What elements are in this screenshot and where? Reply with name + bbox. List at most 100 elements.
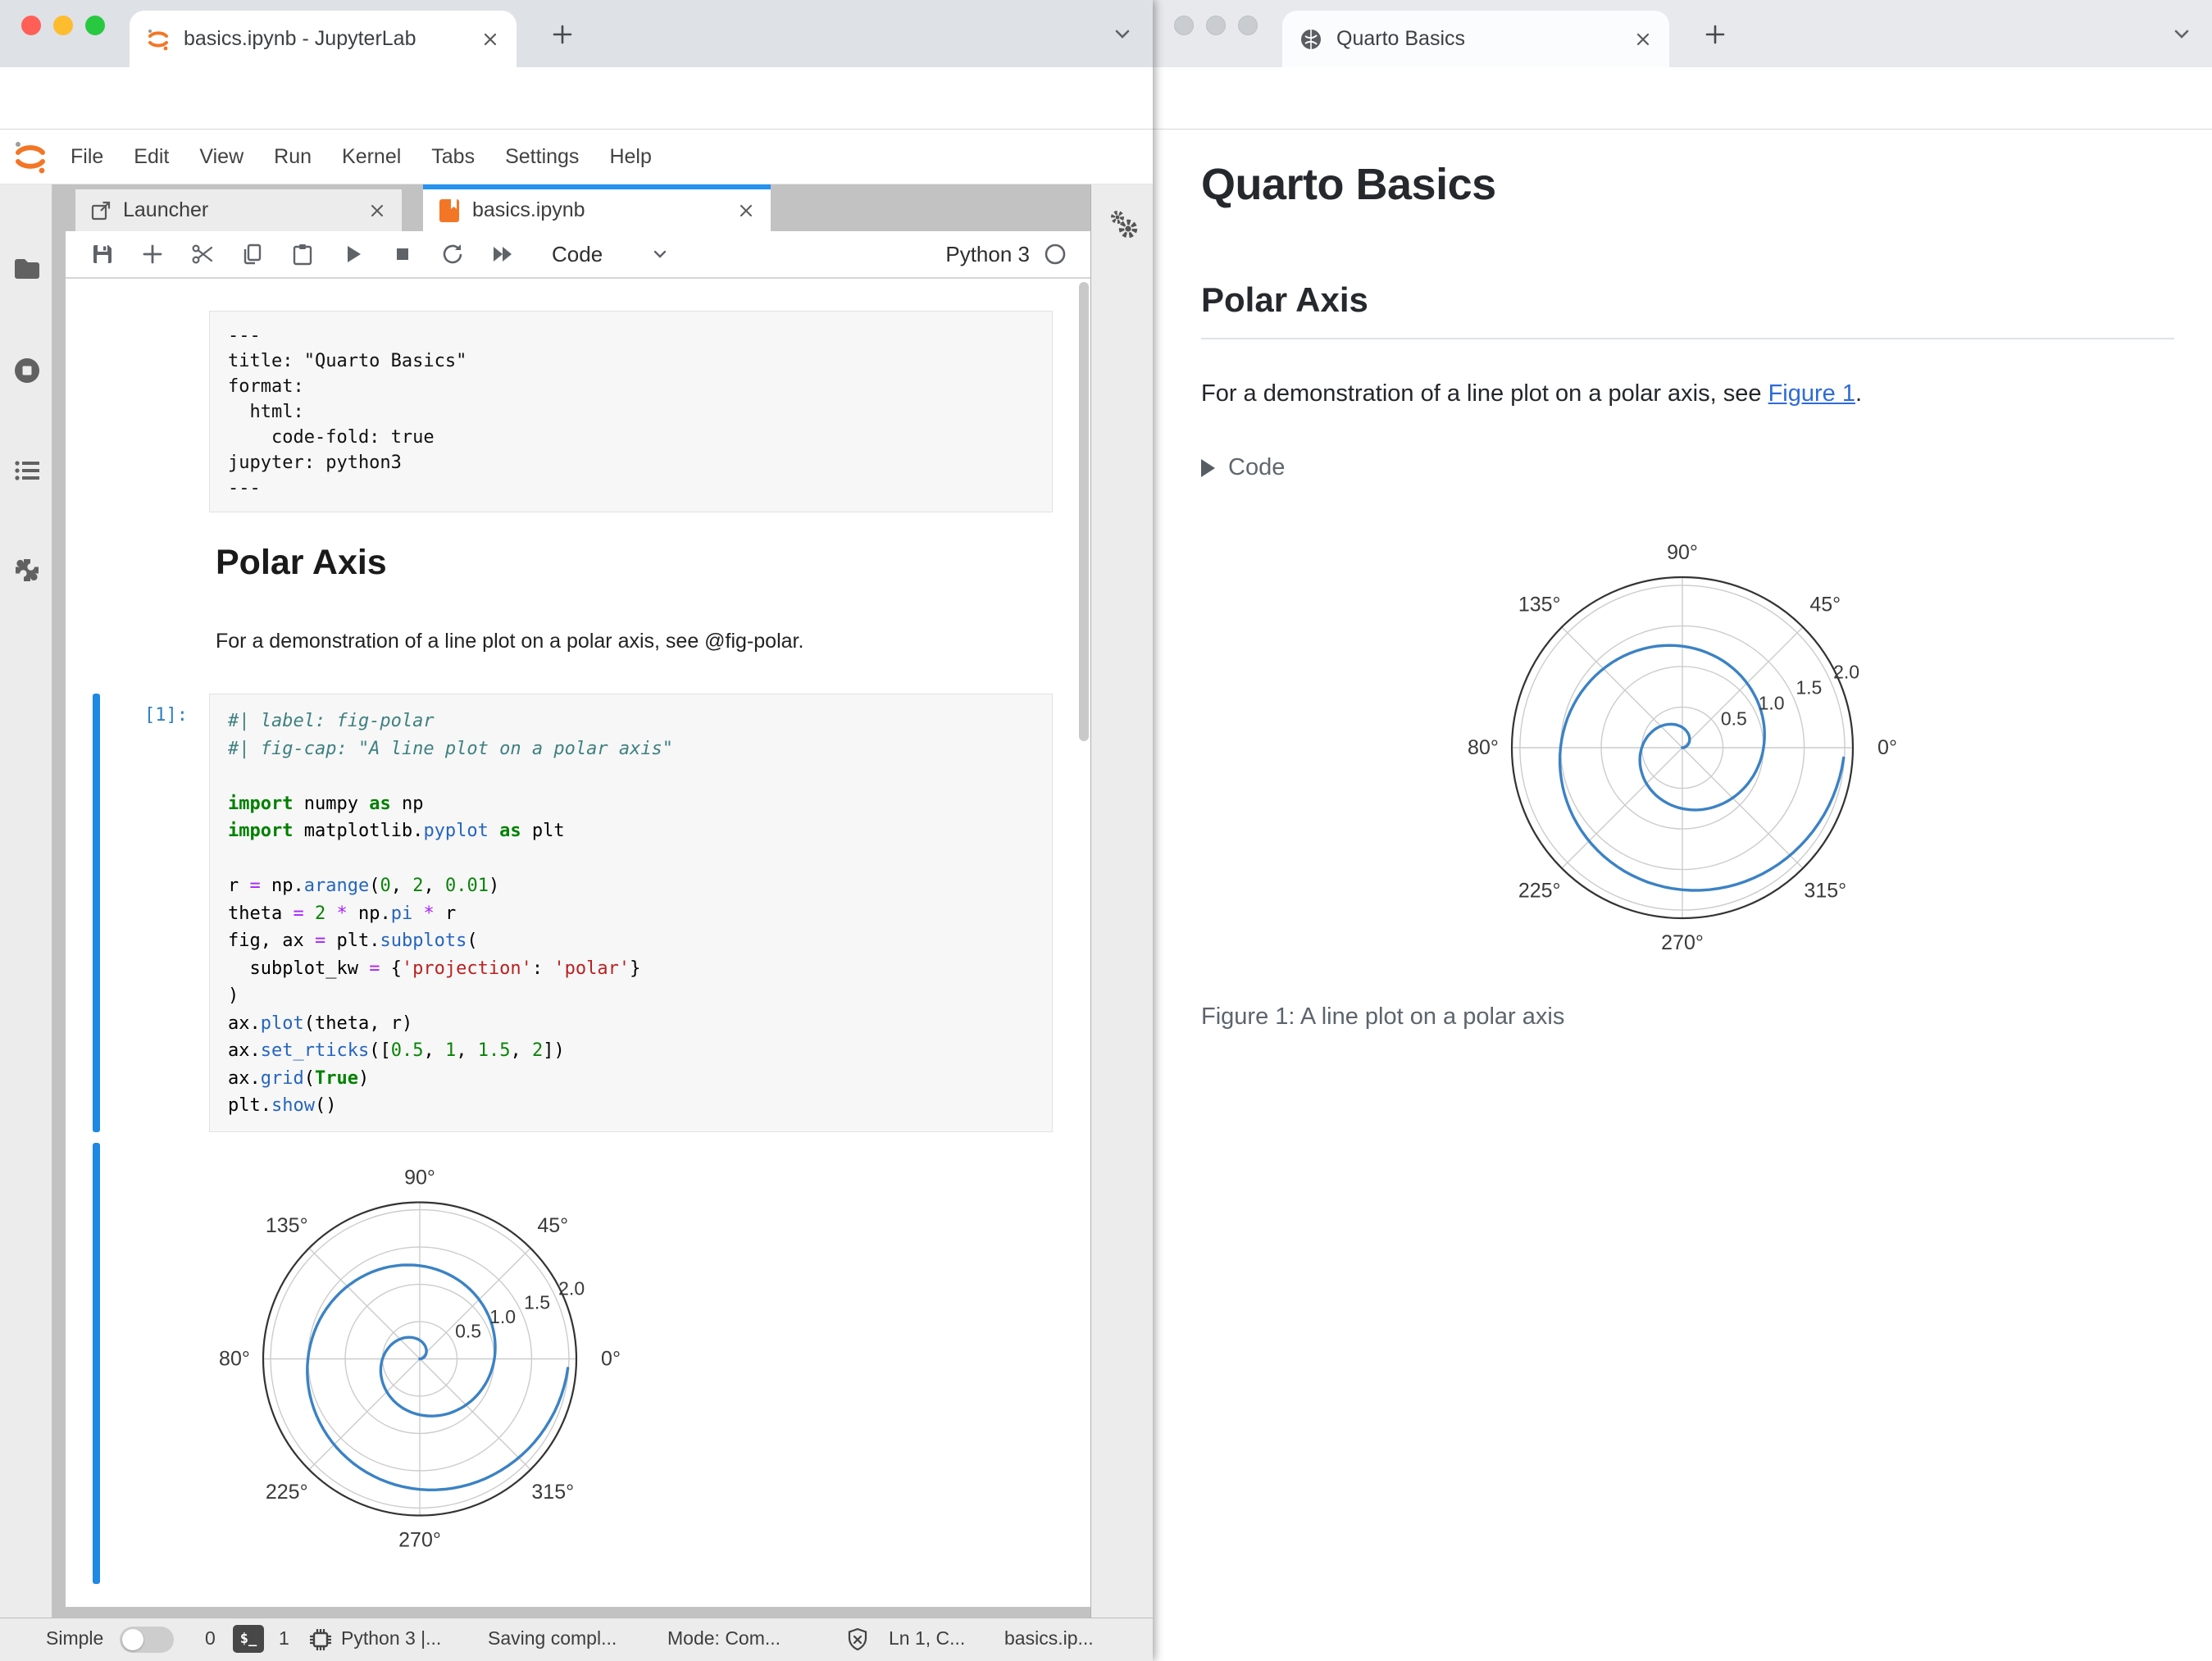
yaml-raw-cell[interactable]: --- title: "Quarto Basics" format: html: c… <box>209 311 1053 512</box>
code-line: import numpy as np <box>228 793 424 814</box>
code-line: fig, ax = plt.subplots( <box>228 931 478 951</box>
terminal-icon[interactable]: $_ <box>233 1625 264 1653</box>
cell-type-chevron-icon[interactable] <box>650 244 670 264</box>
tab-search-chevron-icon[interactable] <box>1110 21 1135 46</box>
paragraph-text-end: . <box>1855 380 1863 407</box>
yaml-line: jupyter: python3 <box>228 453 402 473</box>
code-line: ax.plot(theta, r) <box>228 1013 413 1034</box>
kernel-chip-icon[interactable] <box>307 1627 334 1653</box>
property-inspector-gears-icon[interactable] <box>1106 208 1140 243</box>
menu-view[interactable]: View <box>199 145 244 169</box>
svg-text:1.5: 1.5 <box>1796 677 1822 699</box>
svg-text:0°: 0° <box>601 1348 621 1371</box>
table-of-contents-icon[interactable] <box>12 456 42 485</box>
paragraph-text: For a demonstration of a line plot on a … <box>1201 380 1768 407</box>
menu-tabs[interactable]: Tabs <box>431 145 475 169</box>
close-window-button[interactable] <box>1174 16 1194 35</box>
paste-cells-button[interactable] <box>290 242 315 266</box>
browser-tab-title: Quarto Basics <box>1336 27 1466 50</box>
interrupt-kernel-button[interactable] <box>390 242 415 266</box>
browser-tabstrip: Quarto Basics <box>1153 0 2212 67</box>
new-tab-button[interactable] <box>1700 20 1730 49</box>
yaml-line: format: <box>228 376 304 397</box>
svg-text:2.0: 2.0 <box>558 1277 585 1299</box>
quarto-browser-window: Quarto Basics Quarto Basics Polar Axis F… <box>1153 0 2212 1661</box>
svg-text:315°: 315° <box>531 1481 574 1504</box>
notebook-content: --- title: "Quarto Basics" format: html: c… <box>66 279 1090 1607</box>
file-browser-icon[interactable] <box>12 254 42 284</box>
restart-kernel-button[interactable] <box>440 242 465 266</box>
code-cell[interactable]: #| label: fig-polar #| fig-cap: "A line p… <box>209 694 1053 1132</box>
close-window-button[interactable] <box>21 16 41 35</box>
mode-indicator: Mode: Com... <box>667 1627 781 1649</box>
svg-text:0.5: 0.5 <box>1721 708 1747 729</box>
zoom-window-button[interactable] <box>85 16 105 35</box>
cursor-position[interactable]: Ln 1, C... <box>889 1627 965 1650</box>
code-line: plt.show() <box>228 1095 337 1116</box>
menu-edit[interactable]: Edit <box>134 145 169 169</box>
code-line: ax.set_rticks([0.5, 1, 1.5, 2]) <box>228 1040 565 1061</box>
trust-shield-icon[interactable] <box>844 1627 871 1653</box>
terminal-count: 0 <box>205 1627 216 1649</box>
quarto-page: Quarto Basics Polar Axis For a demonstra… <box>1153 130 2212 1661</box>
svg-text:0.5: 0.5 <box>455 1321 481 1342</box>
globe-favicon <box>1299 27 1323 52</box>
output-collapser[interactable] <box>93 1143 100 1584</box>
section-heading: Polar Axis <box>1201 280 2174 339</box>
code-line: #| label: fig-polar <box>228 711 435 731</box>
tab-notebook-label: basics.ipynb <box>472 198 585 221</box>
svg-text:135°: 135° <box>266 1214 308 1237</box>
menu-run[interactable]: Run <box>274 145 312 169</box>
close-tab-icon[interactable] <box>1633 30 1653 49</box>
close-notebook-tab-icon[interactable] <box>736 201 756 221</box>
minimize-window-button[interactable] <box>1206 16 1226 35</box>
minimize-window-button[interactable] <box>53 16 73 35</box>
jupyter-logo <box>11 138 49 175</box>
simple-mode-toggle[interactable] <box>120 1627 174 1653</box>
window-controls[interactable] <box>21 16 105 35</box>
run-cell-button[interactable] <box>340 242 365 266</box>
simple-mode-label: Simple <box>46 1627 104 1649</box>
tab-search-chevron-icon[interactable] <box>2169 21 2194 46</box>
code-fold-summary[interactable]: Code <box>1201 454 1285 481</box>
tab-launcher-label: Launcher <box>123 198 209 221</box>
menu-help[interactable]: Help <box>609 145 651 169</box>
browser-toolbar: localhost:4479 <box>1153 67 2212 188</box>
running-kernels-icon[interactable] <box>12 356 42 385</box>
restart-run-all-button[interactable] <box>490 242 515 266</box>
kernel-status-text[interactable]: Python 3 |... <box>341 1627 441 1650</box>
cut-cells-button[interactable] <box>190 242 215 266</box>
yaml-line: --- <box>228 325 261 346</box>
menu-settings[interactable]: Settings <box>505 145 579 169</box>
notebook-scrollbar[interactable] <box>1079 282 1089 741</box>
menu-kernel[interactable]: Kernel <box>342 145 401 169</box>
tab-launcher[interactable]: Launcher <box>75 189 403 231</box>
kernel-count: 1 <box>279 1627 289 1649</box>
copy-cells-button[interactable] <box>240 242 265 266</box>
cell-collapser[interactable] <box>93 694 100 1132</box>
body-paragraph: For a demonstration of a line plot on a … <box>1201 380 1862 407</box>
code-editor[interactable]: #| label: fig-polar #| fig-cap: "A line p… <box>228 708 1034 1120</box>
code-line: subplot_kw = {'projection': 'polar'} <box>228 958 641 979</box>
kernel-name[interactable]: Python 3 <box>945 242 1030 267</box>
zoom-window-button[interactable] <box>1238 16 1258 35</box>
extensions-icon[interactable] <box>12 556 42 585</box>
window-controls[interactable] <box>1174 16 1258 35</box>
kernel-status-icon[interactable] <box>1043 242 1067 266</box>
svg-text:225°: 225° <box>266 1481 308 1504</box>
figure-link[interactable]: Figure 1 <box>1768 380 1855 407</box>
add-cell-button[interactable] <box>140 242 165 266</box>
svg-text:180°: 180° <box>1468 736 1499 759</box>
svg-text:270°: 270° <box>398 1529 441 1552</box>
code-line: r = np.arange(0, 2, 0.01) <box>228 876 500 896</box>
close-tab-icon[interactable] <box>480 30 500 49</box>
tab-notebook[interactable]: basics.ipynb <box>423 184 771 231</box>
new-tab-button[interactable] <box>548 20 577 49</box>
menu-file[interactable]: File <box>71 145 103 169</box>
browser-tab[interactable]: Quarto Basics <box>1282 11 1669 67</box>
browser-tab[interactable]: basics.ipynb - JupyterLab <box>130 11 517 67</box>
close-launcher-tab-icon[interactable] <box>367 201 387 221</box>
cell-type-select[interactable]: Code <box>552 242 603 267</box>
save-button[interactable] <box>90 242 115 266</box>
svg-text:225°: 225° <box>1518 879 1561 902</box>
